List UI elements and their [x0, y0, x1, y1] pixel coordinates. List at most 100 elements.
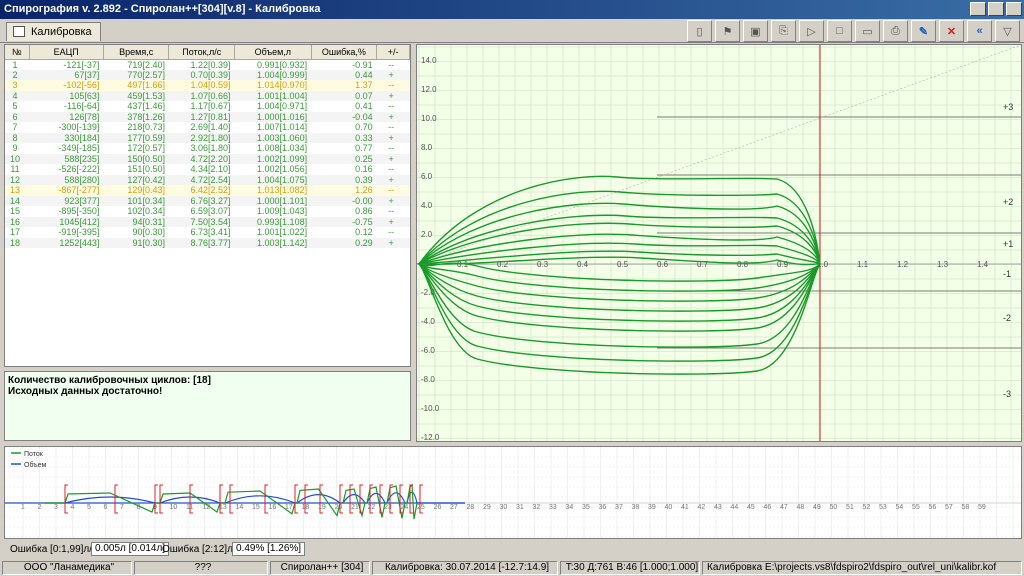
table-row[interactable]: 1 -121[-37] 719[2.40] 1.22[0.39] 0.991[0.932… — [5, 59, 410, 70]
time-tick-label: 33 — [549, 504, 557, 511]
band-label: -1 — [1003, 269, 1011, 279]
table-cell: 5 — [12, 101, 18, 112]
down-icon[interactable]: ▽ — [995, 20, 1020, 42]
table-row[interactable]: 6 126[78] 378[1.26] 1.27[0.81] 1.000[1.016] -… — [5, 111, 410, 122]
column-header[interactable]: Объем,л — [234, 45, 312, 60]
status-company: ООО "Ланамедика" — [2, 561, 132, 575]
table-cell: 102[0.34] — [127, 206, 165, 217]
time-tick-label: 10 — [170, 504, 178, 511]
stop-icon[interactable]: □ — [827, 20, 852, 42]
table-cell: 0.70 — [355, 122, 373, 133]
column-header[interactable]: Поток,л/с — [168, 45, 236, 60]
play-icon[interactable]: ▷ — [799, 20, 824, 42]
table-cell: 6.42[2.52] — [168, 185, 235, 196]
rewind-icon[interactable]: « — [967, 20, 992, 42]
table-row[interactable]: 2 67[37] 770[2.57] 0.70[0.39] 1.004[0.999] 0.… — [5, 69, 410, 80]
time-tick-label: 28 — [467, 504, 475, 511]
table-row[interactable]: 18 1252[443] 91[0.30] 8.76[3.77] 1.003[1.142… — [5, 237, 410, 248]
table-row[interactable]: 13 -867[-277] 129[0.43] 6.42[2.52] 1.013[1.0… — [5, 185, 410, 196]
y-tick-label: -4.0 — [421, 317, 435, 326]
save-icon[interactable]: ▣ — [743, 20, 768, 42]
table-cell: + — [376, 237, 410, 248]
time-tick-label: 27 — [450, 504, 458, 511]
table-cell: 6.73[3.41] — [190, 227, 231, 238]
table-cell: 7 — [12, 122, 18, 133]
table-row[interactable]: 10 588[235] 150[0.50] 4.72[2.20] 1.002[1.099… — [5, 153, 410, 164]
table-cell: -- — [376, 80, 410, 91]
table-cell: 10 — [5, 153, 30, 164]
time-tick-label: 53 — [879, 504, 887, 511]
cycle-bracket — [229, 484, 233, 514]
column-header[interactable]: ЕАЦП — [29, 45, 104, 60]
tab-label: Калибровка — [31, 26, 92, 38]
time-tick-label: 39 — [648, 504, 656, 511]
table-row[interactable]: 8 330[184] 177[0.59] 2.92[1.80] 1.003[1.060]… — [5, 132, 410, 143]
table-cell: 4 — [5, 90, 30, 101]
column-header[interactable]: Ошибка,% — [311, 45, 378, 60]
table-cell: -0.75 — [311, 216, 377, 227]
table-row[interactable]: 15 -895[-350] 102[0.34] 6.59[3.07] 1.009[1.0… — [5, 206, 410, 217]
x-tick-label: 0.4 — [577, 260, 589, 269]
print-icon[interactable]: ⎙ — [883, 20, 908, 42]
time-chart[interactable]: 1 2 3 4 5 6 7 8 9 10 11 12 13 14 15 16 17 18 19 20 21 22 23 24 2… — [4, 446, 1022, 539]
column-header[interactable]: № — [5, 45, 30, 60]
time-tick-label: 34 — [566, 504, 574, 511]
table-cell: 1.17[0.67] — [190, 101, 231, 112]
band-label: +2 — [1003, 197, 1013, 207]
error-label-2: Ошибка [2:12]л/с — [162, 544, 241, 555]
table-cell: 4.72[2.54] — [168, 174, 235, 185]
flow-curve — [45, 483, 418, 520]
table-row[interactable]: 17 -919[-395] 90[0.30] 6.73[3.41] 1.001[1.02… — [5, 227, 410, 238]
table-row[interactable]: 7 -300[-139] 218[0.73] 2.69[1.40] 1.007[1.01… — [5, 122, 410, 133]
wrench-icon[interactable]: ✎ — [911, 20, 936, 42]
time-tick-label: 59 — [978, 504, 986, 511]
table-cell: -- — [388, 164, 395, 175]
column-header[interactable]: +/- — [376, 45, 410, 60]
dash-icon[interactable]: ▭ — [855, 20, 880, 42]
time-tick-label: 35 — [582, 504, 590, 511]
table-cell: 1.001[1.004] — [234, 90, 312, 101]
time-tick-label: 7 — [120, 504, 124, 511]
toolbar-buttons: ▯ ⚑ ▣ ⎘ ▷ □ ▭ ⎙ ✎ ✕ « ▽ — [687, 20, 1020, 42]
cancel-icon[interactable]: ✕ — [939, 20, 964, 42]
table-row[interactable]: 9 -349[-185] 172[0.57] 3.06[1.80] 1.008[1.03… — [5, 143, 410, 154]
bar-icon[interactable]: ▯ — [687, 20, 712, 42]
time-tick-label: 50 — [830, 504, 838, 511]
table-cell: 8 — [5, 132, 30, 143]
time-tick-label: 42 — [698, 504, 706, 511]
time-tick-label: 3 — [54, 504, 58, 511]
export-icon[interactable]: ⎘ — [771, 20, 796, 42]
table-cell: 129[0.43] — [103, 185, 169, 196]
legend-volume-label: Объем — [24, 461, 46, 469]
table-row[interactable]: 14 923[377] 101[0.34] 6.76[3.27] 1.000[1.101… — [5, 195, 410, 206]
maximize-button[interactable] — [988, 2, 1004, 16]
time-tick-label: 29 — [483, 504, 491, 511]
table-cell: 6 — [5, 111, 30, 122]
column-header[interactable]: Время,с — [103, 45, 170, 60]
table-row[interactable]: 5 -116[-64] 437[1.46] 1.17[0.67] 1.004[0.971… — [5, 101, 410, 112]
flag-icon[interactable]: ⚑ — [715, 20, 740, 42]
table-row[interactable]: 4 105[63] 459[1.53] 1.07[0.66] 1.001[1.004] 0… — [5, 90, 410, 101]
minimize-button[interactable] — [970, 2, 986, 16]
table-cell: -867[-277] — [29, 185, 104, 196]
table-cell: + — [376, 174, 410, 185]
table-cell: 1.014[0.970] — [234, 80, 312, 91]
tab-calibration[interactable]: Калибровка — [6, 22, 101, 41]
table-cell: 1.004[0.971] — [257, 101, 308, 112]
calibration-table[interactable]: № ЕАЦП Время,с Поток,л/с Объем,л Ошибка,% +/- … — [4, 44, 411, 367]
table-row[interactable]: 3 -102[-56] 497[1.66] 1.04[0.59] 1.014[0.970… — [5, 80, 410, 91]
table-cell: 1.013[1.082] — [234, 185, 312, 196]
time-tick-label: 45 — [747, 504, 755, 511]
table-cell: 497[1.66] — [103, 80, 169, 91]
flow-volume-chart[interactable]: 14.0 12.0 10.0 8.0 6.0 4.0 2.0 0 -2.0 -4.0 -6.0 -8.… — [416, 44, 1022, 454]
table-cell: 2 — [5, 69, 30, 80]
table-row[interactable]: 11 -526[-222] 151[0.50] 4.34[2.10] 1.002[1.0… — [5, 164, 410, 175]
cycle-bracket — [114, 484, 118, 514]
table-row[interactable]: 12 588[280] 127[0.42] 4.72[2.54] 1.004[1.075… — [5, 174, 410, 185]
close-button[interactable] — [1006, 2, 1022, 16]
table-cell: -- — [388, 101, 395, 112]
table-cell: 1.22[0.39] — [190, 59, 231, 70]
table-row[interactable]: 16 1045[412] 94[0.31] 7.50[3.54] 0.993[1.108… — [5, 216, 410, 227]
table-cell: 1.27[0.81] — [168, 111, 235, 122]
table-cell: 1.04[0.59] — [168, 80, 235, 91]
